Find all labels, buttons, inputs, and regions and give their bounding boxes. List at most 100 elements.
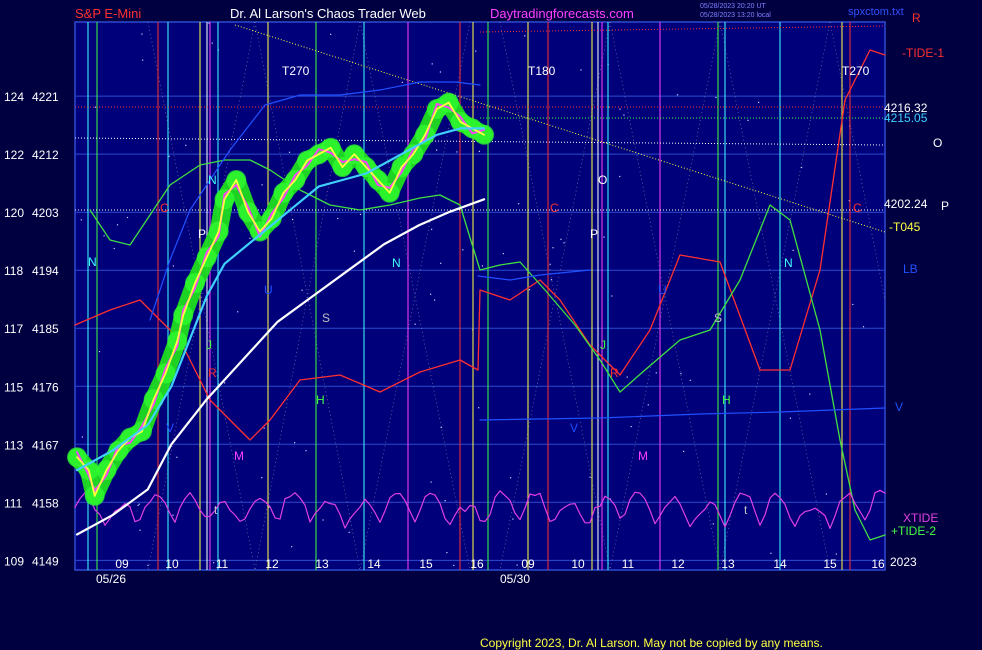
series-label-right: -TIDE-1 bbox=[902, 46, 944, 60]
star-dot bbox=[626, 376, 628, 378]
star-dot bbox=[683, 450, 685, 452]
series-label-right: R bbox=[912, 11, 921, 25]
series-label-right: LB bbox=[903, 262, 918, 276]
star-dot bbox=[680, 372, 682, 375]
star-dot bbox=[249, 237, 251, 239]
star-dot bbox=[224, 382, 226, 384]
cycle-label: R bbox=[208, 366, 217, 380]
series-label-right: O bbox=[933, 136, 942, 150]
star-dot bbox=[431, 63, 433, 65]
star-dot bbox=[430, 293, 432, 295]
star-dot bbox=[353, 250, 355, 252]
cycle-label: N bbox=[208, 173, 217, 187]
timestamp-local: 05/28/2023 13:20 local bbox=[700, 12, 771, 19]
y-tick-left: 118 bbox=[4, 264, 23, 278]
cycle-label: C bbox=[550, 201, 559, 215]
star-dot bbox=[510, 477, 512, 479]
star-dot bbox=[431, 228, 433, 230]
star-dot bbox=[263, 427, 265, 429]
star-dot bbox=[647, 404, 649, 406]
star-dot bbox=[792, 249, 794, 251]
y-tick-right: 4212 bbox=[32, 148, 59, 162]
star-dot bbox=[502, 253, 504, 255]
cycle-label: C bbox=[160, 201, 169, 215]
x-tick-hour: 09 bbox=[521, 557, 535, 571]
star-dot bbox=[168, 155, 170, 157]
cycle-label: J bbox=[206, 338, 212, 352]
star-dot bbox=[478, 150, 480, 152]
star-dot bbox=[712, 523, 714, 525]
star-dot bbox=[589, 476, 591, 478]
star-dot bbox=[689, 379, 691, 381]
star-dot bbox=[560, 238, 562, 240]
star-dot bbox=[770, 552, 772, 554]
y-tick-right: 4221 bbox=[32, 90, 59, 104]
y-tick-left: 124 bbox=[4, 90, 24, 104]
y-tick-left: 113 bbox=[4, 438, 23, 452]
x-date-label: 05/26 bbox=[96, 572, 126, 586]
star-dot bbox=[142, 59, 144, 61]
x-year-label: 2023 bbox=[890, 555, 917, 569]
star-dot bbox=[862, 326, 865, 328]
y-tick-right: 4203 bbox=[32, 206, 59, 220]
star-dot bbox=[747, 119, 749, 121]
star-dot bbox=[261, 477, 263, 479]
star-dot bbox=[580, 69, 582, 71]
star-dot bbox=[436, 149, 438, 151]
x-tick-hour: 13 bbox=[721, 557, 735, 571]
star-dot bbox=[563, 242, 565, 244]
star-dot bbox=[801, 166, 803, 169]
star-dot bbox=[337, 217, 339, 220]
star-dot bbox=[126, 216, 129, 219]
star-dot bbox=[434, 299, 436, 301]
cycle-label: O bbox=[598, 173, 607, 187]
cycle-label: T180 bbox=[528, 64, 556, 78]
star-dot bbox=[211, 42, 213, 44]
cycle-label: M bbox=[638, 449, 648, 463]
cycle-label: P bbox=[590, 227, 598, 241]
star-dot bbox=[139, 529, 141, 531]
cycle-label: H bbox=[316, 393, 325, 407]
series-label-right: P bbox=[941, 199, 949, 213]
cycle-label: T270 bbox=[842, 64, 870, 78]
star-dot bbox=[147, 564, 149, 566]
x-tick-hour: 12 bbox=[671, 557, 685, 571]
star-dot bbox=[789, 417, 791, 419]
star-dot bbox=[138, 503, 140, 505]
star-dot bbox=[462, 249, 464, 251]
y-tick-right: 4194 bbox=[32, 264, 59, 278]
star-dot bbox=[305, 450, 307, 452]
star-dot bbox=[549, 263, 551, 265]
x-tick-hour: 10 bbox=[571, 557, 585, 571]
cycle-label: S bbox=[714, 311, 722, 325]
star-dot bbox=[619, 175, 621, 178]
star-dot bbox=[809, 393, 811, 395]
cycle-label: J bbox=[600, 338, 606, 352]
star-dot bbox=[208, 22, 210, 24]
site-link[interactable]: Daytradingforecasts.com bbox=[490, 6, 634, 21]
star-dot bbox=[552, 247, 554, 249]
x-tick-hour: 12 bbox=[265, 557, 279, 571]
y-tick-right: 4167 bbox=[32, 438, 59, 452]
star-dot bbox=[330, 33, 332, 35]
y-tick-left: 120 bbox=[4, 206, 24, 220]
series-label-right: V bbox=[895, 400, 903, 414]
star-dot bbox=[444, 500, 446, 502]
star-dot bbox=[623, 114, 625, 116]
x-date-label: 05/30 bbox=[500, 572, 530, 586]
star-dot bbox=[113, 247, 115, 250]
star-dot bbox=[456, 151, 458, 153]
star-dot bbox=[261, 184, 263, 186]
star-dot bbox=[512, 518, 514, 520]
series-label-right: +TIDE-2 bbox=[891, 524, 936, 538]
y-tick-left: 122 bbox=[4, 148, 24, 162]
star-dot bbox=[81, 436, 83, 438]
y-tick-right: 4149 bbox=[32, 554, 59, 568]
price-level-label: 4215.05 bbox=[884, 111, 928, 125]
x-tick-hour: 16 bbox=[871, 557, 885, 571]
x-tick-hour: 14 bbox=[773, 557, 787, 571]
star-dot bbox=[176, 456, 178, 458]
star-dot bbox=[359, 213, 362, 215]
timestamp-ut: 05/28/2023 20:20 UT bbox=[700, 3, 766, 10]
star-dot bbox=[835, 553, 837, 555]
